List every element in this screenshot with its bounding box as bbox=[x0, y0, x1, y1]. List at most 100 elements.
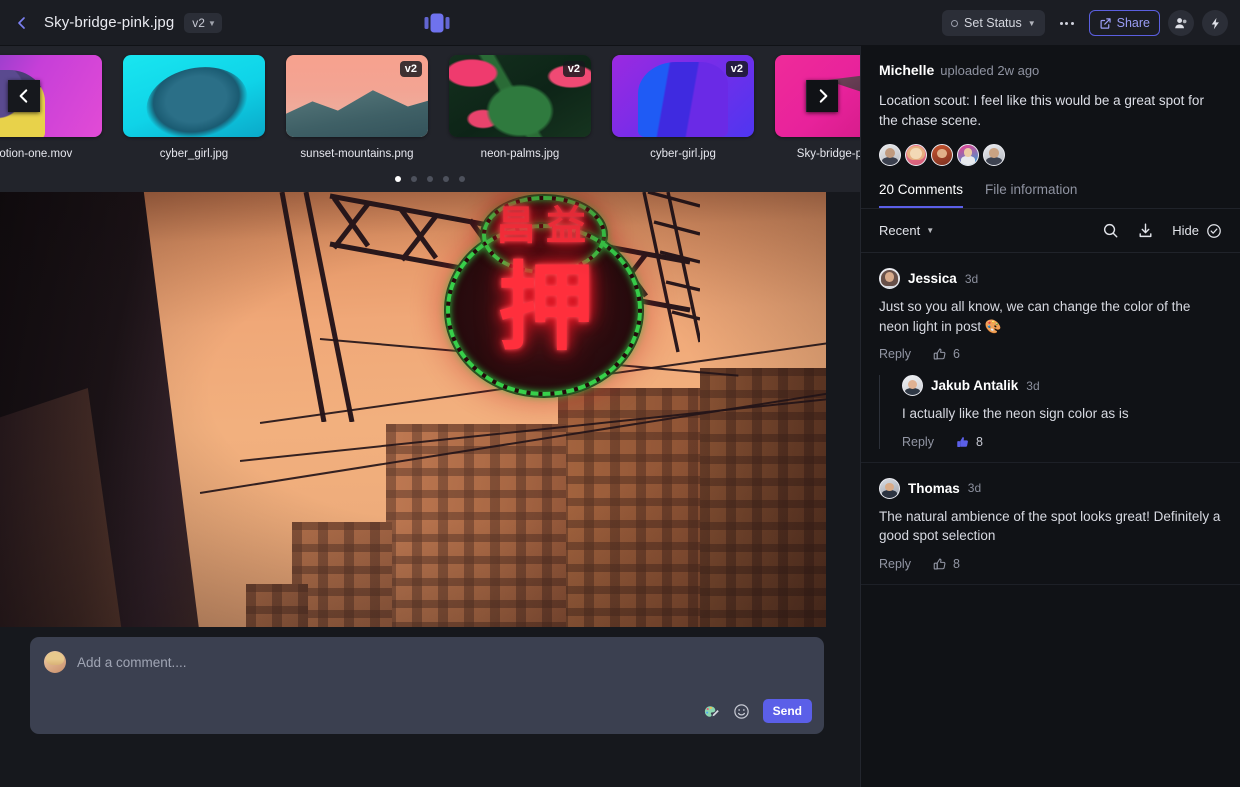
tab-comments[interactable]: 20 Comments bbox=[879, 182, 964, 209]
thumbnail-image[interactable]: v2 bbox=[449, 55, 591, 137]
comment-composer[interactable]: Add a comment.... Send bbox=[30, 637, 824, 734]
emoji-icon bbox=[733, 703, 749, 719]
pagination-dot[interactable] bbox=[459, 176, 465, 182]
comment-timestamp: 3d bbox=[967, 481, 982, 496]
image-windows bbox=[246, 584, 308, 633]
avatar[interactable] bbox=[879, 477, 900, 499]
reply-text: I actually like the neon sign color as i… bbox=[902, 406, 1129, 422]
thumbnail-image[interactable]: v2 bbox=[612, 55, 754, 137]
thumbnail-item[interactable]: v2 neon-palms.jpg bbox=[449, 55, 591, 160]
collaborator-avatars bbox=[879, 144, 1222, 167]
compare-view-icon bbox=[424, 13, 450, 33]
like-button[interactable]: 8 bbox=[956, 435, 983, 449]
reply-button[interactable]: Reply bbox=[879, 557, 911, 571]
people-icon bbox=[1175, 18, 1187, 29]
lightning-button[interactable] bbox=[1202, 10, 1228, 36]
lightning-icon bbox=[1211, 17, 1219, 29]
image-windows bbox=[386, 424, 566, 633]
reply-button[interactable]: Reply bbox=[902, 435, 934, 449]
image-neon-sign: 昌 益 押 bbox=[438, 194, 650, 402]
thumbnail-label: motion-one.mov bbox=[0, 148, 73, 160]
filmstrip-pagination bbox=[0, 176, 860, 182]
people-button[interactable] bbox=[1168, 10, 1194, 36]
back-button[interactable] bbox=[10, 11, 34, 35]
emoji-button[interactable] bbox=[733, 703, 750, 720]
pagination-dot[interactable] bbox=[427, 176, 433, 182]
share-button[interactable]: Share bbox=[1088, 10, 1160, 36]
sort-label: Recent bbox=[879, 223, 921, 239]
filmstrip-prev-button[interactable] bbox=[8, 80, 40, 112]
composer-actions: Send bbox=[703, 699, 812, 723]
comments-toolbar: Recent ▼ Hide bbox=[861, 209, 1240, 254]
reply-button[interactable]: Reply bbox=[879, 347, 911, 361]
pagination-dot[interactable] bbox=[411, 176, 417, 182]
comments-list: Jessica 3d Just so you all know, we can … bbox=[861, 253, 1240, 787]
annotate-button[interactable] bbox=[703, 703, 720, 720]
comment-input[interactable]: Add a comment.... bbox=[77, 655, 187, 670]
avatar[interactable] bbox=[905, 144, 927, 167]
like-count: 8 bbox=[952, 556, 960, 571]
like-button[interactable]: 8 bbox=[933, 557, 960, 571]
top-bar: Sky-bridge-pink.jpg v2 ▼ Set Status ▼ Sh… bbox=[0, 0, 1240, 46]
viewer-image[interactable]: 昌 益 押 bbox=[0, 192, 826, 633]
hide-toggle[interactable]: Hide bbox=[1172, 223, 1222, 239]
more-options-button[interactable] bbox=[1053, 10, 1081, 36]
image-windows bbox=[700, 368, 826, 633]
comment-text: Just so you all know, we can change the … bbox=[879, 299, 1191, 334]
chevron-right-icon bbox=[819, 89, 827, 103]
pagination-dot[interactable] bbox=[395, 176, 401, 182]
panel-description: Location scout: I feel like this would b… bbox=[879, 93, 1204, 128]
neon-glyph-small-2: 益 bbox=[546, 203, 586, 249]
thumbs-up-icon bbox=[957, 436, 968, 447]
thumbnail-item[interactable]: v2 cyber-girl.jpg bbox=[612, 55, 754, 160]
chevron-left-icon bbox=[19, 89, 28, 103]
toolbar-icons: Hide bbox=[1102, 222, 1222, 239]
image-building-mid bbox=[386, 424, 566, 633]
review-app: Sky-bridge-pink.jpg v2 ▼ Set Status ▼ Sh… bbox=[0, 0, 1240, 787]
top-bar-left: Sky-bridge-pink.jpg v2 ▼ bbox=[0, 11, 222, 35]
thumbnail-label: cyber_girl.jpg bbox=[159, 148, 229, 160]
pagination-dot[interactable] bbox=[443, 176, 449, 182]
download-button[interactable] bbox=[1137, 222, 1154, 239]
version-selector[interactable]: v2 ▼ bbox=[184, 12, 222, 33]
comment-header: Jessica 3d bbox=[879, 268, 1222, 290]
sort-selector[interactable]: Recent ▼ bbox=[879, 223, 934, 238]
version-label: v2 bbox=[192, 15, 205, 30]
hide-label: Hide bbox=[1172, 223, 1199, 239]
panel-author: Michelle bbox=[879, 62, 935, 78]
like-button[interactable]: 6 bbox=[933, 347, 960, 361]
thumbnail-item[interactable]: v2 sunset-mountains.png bbox=[286, 55, 428, 160]
composer-input-row: Add a comment.... bbox=[30, 637, 824, 673]
avatar[interactable] bbox=[879, 268, 900, 290]
thumbnail-label: Sky-bridge-pink.jpg bbox=[796, 148, 860, 160]
chevron-down-icon: ▼ bbox=[207, 19, 216, 28]
dot-2 bbox=[1065, 21, 1069, 25]
image-building-right-far bbox=[700, 368, 826, 633]
like-count: 8 bbox=[975, 434, 983, 449]
thumbnail-image[interactable] bbox=[123, 55, 265, 137]
thumbnail-image[interactable]: v2 bbox=[286, 55, 428, 137]
avatar[interactable] bbox=[902, 375, 923, 397]
check-circle-icon bbox=[1207, 223, 1221, 238]
search-button[interactable] bbox=[1102, 222, 1119, 239]
avatar[interactable] bbox=[931, 144, 953, 167]
set-status-button[interactable]: Set Status ▼ bbox=[942, 10, 1045, 36]
thumbnail-label: cyber-girl.jpg bbox=[650, 148, 716, 160]
send-button[interactable]: Send bbox=[762, 699, 812, 723]
version-badge: v2 bbox=[399, 61, 422, 77]
tab-file-information[interactable]: File information bbox=[985, 182, 1077, 208]
version-badge: v2 bbox=[725, 61, 748, 77]
avatar[interactable] bbox=[983, 144, 1005, 167]
avatar[interactable] bbox=[879, 144, 901, 167]
chevron-down-icon: ▼ bbox=[926, 226, 935, 236]
panel-uploaded: uploaded 2w ago bbox=[940, 63, 1040, 78]
thumbnail-filmstrip: motion-one.mov cyber_girl.jpg v2 s bbox=[0, 46, 860, 192]
thumbnail-item[interactable]: cyber_girl.jpg bbox=[123, 55, 265, 160]
filmstrip-next-button[interactable] bbox=[806, 80, 838, 112]
avatar[interactable] bbox=[957, 144, 979, 167]
avatar bbox=[44, 651, 66, 673]
compare-view-button[interactable] bbox=[424, 0, 450, 46]
neon-glyph-small-1: 昌 bbox=[496, 203, 536, 249]
reply-author: Jakub Antalik bbox=[931, 378, 1019, 394]
comment-author: Thomas bbox=[908, 480, 960, 496]
